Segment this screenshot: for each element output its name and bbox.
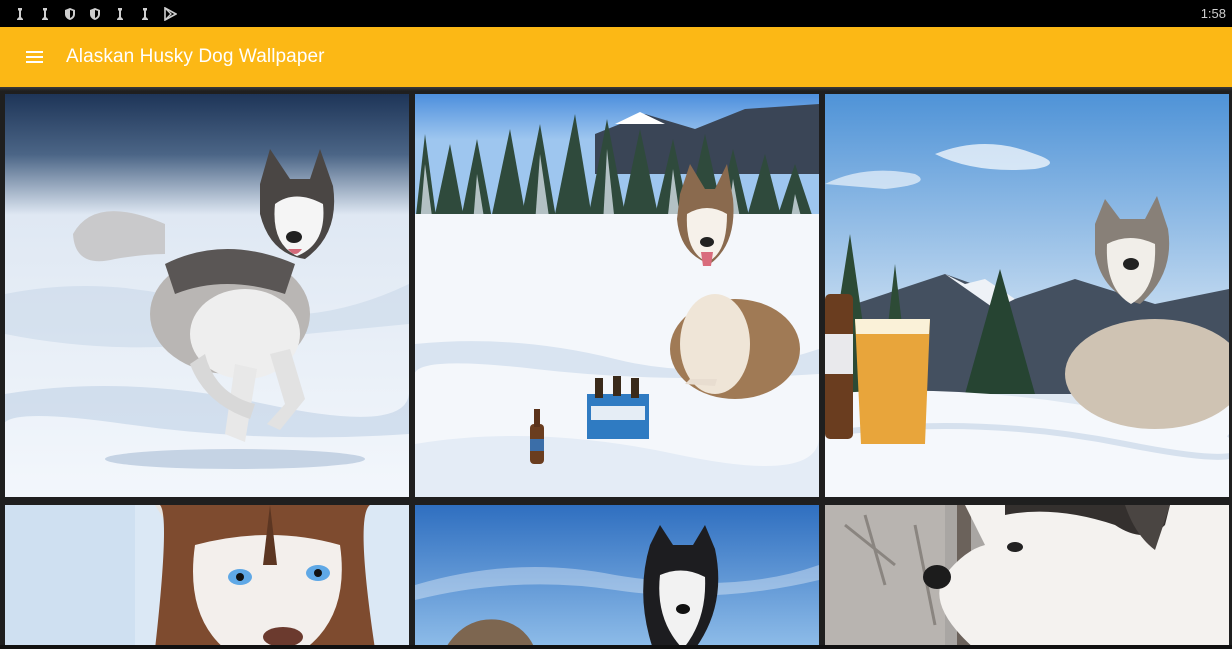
wallpaper-thumbnail[interactable] — [5, 505, 409, 649]
husky-face-image — [5, 505, 409, 649]
wallpaper-thumbnail[interactable] — [5, 94, 409, 497]
wallpaper-thumbnail[interactable] — [415, 94, 819, 497]
wallpaper-thumbnail[interactable] — [825, 94, 1229, 497]
husky-running-image — [5, 94, 409, 497]
wallpaper-thumbnail[interactable] — [825, 505, 1229, 649]
husky-sitting-snow-image — [415, 94, 819, 497]
bottom-edge — [0, 645, 1232, 649]
wallpaper-thumbnail[interactable] — [415, 505, 819, 649]
husky-beer-glass-image — [825, 94, 1229, 497]
husky-sky-image — [415, 505, 819, 649]
wallpaper-grid — [0, 0, 1232, 649]
husky-profile-image — [825, 505, 1229, 649]
